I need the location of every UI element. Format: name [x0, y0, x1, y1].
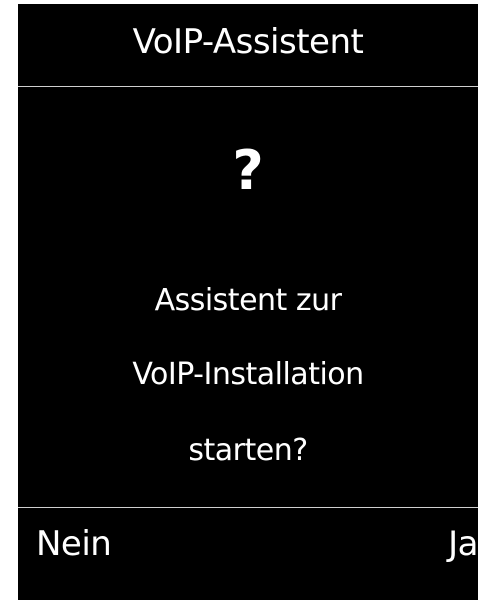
- softkey-divider: [18, 507, 478, 508]
- yes-softkey-button[interactable]: Ja: [448, 527, 478, 561]
- dialog-message-line-3: starten?: [188, 433, 308, 468]
- dialog-message-line-2: VoIP-Installation: [132, 357, 364, 392]
- header-divider: [18, 86, 478, 87]
- no-softkey-button[interactable]: Nein: [36, 527, 112, 561]
- dialog-message-line-1: Assistent zur: [154, 283, 342, 318]
- page-title: VoIP-Assistent: [132, 22, 364, 62]
- phone-display: VoIP-Assistent ? Assistent zur VoIP-Inst…: [18, 4, 478, 600]
- question-icon: ?: [232, 139, 264, 202]
